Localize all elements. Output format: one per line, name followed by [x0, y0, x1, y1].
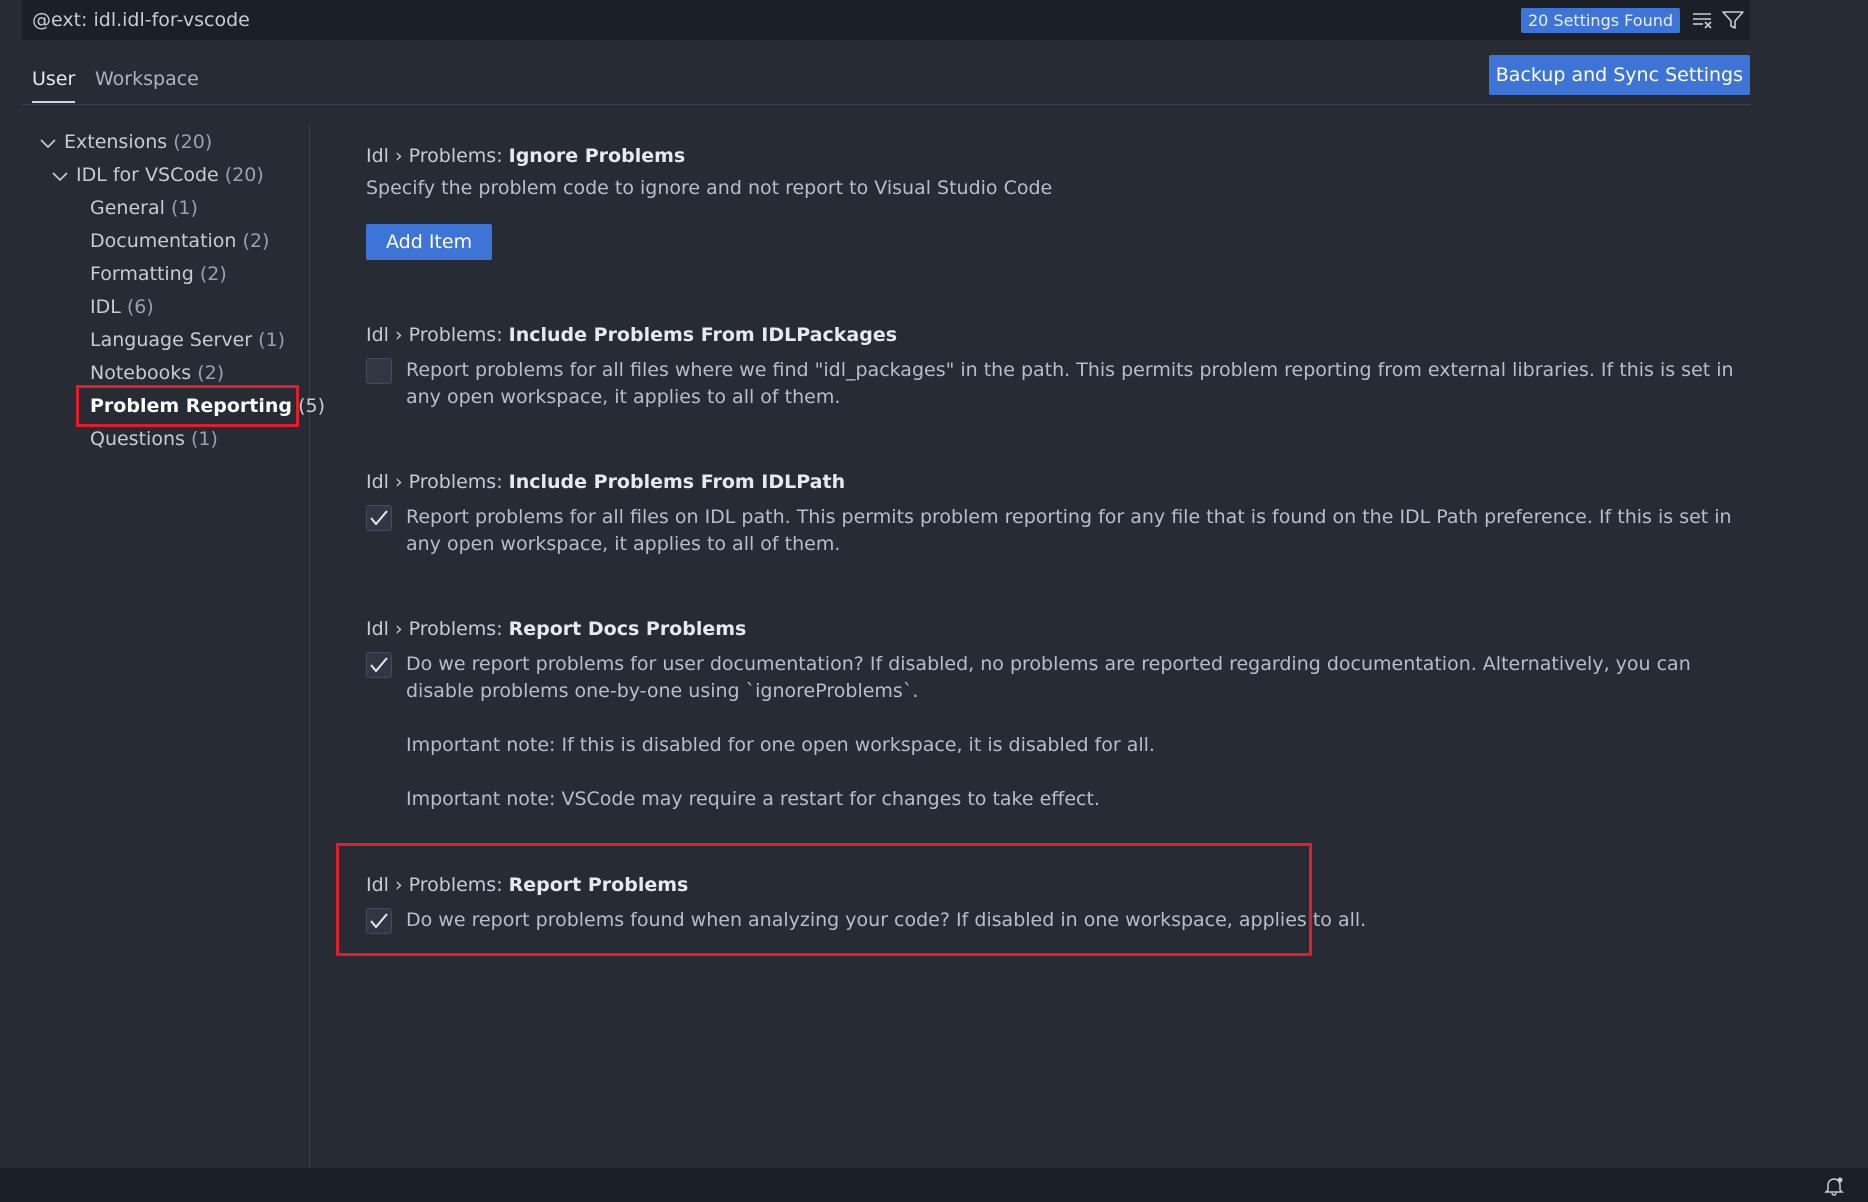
setting-name: Include Problems From IDLPackages [508, 324, 898, 346]
editor-right-margin [1750, 0, 1868, 1168]
setting-name: Report Problems [508, 874, 689, 896]
setting-title: Idl › Problems: Report Docs Problems [366, 618, 1746, 640]
report-problems-checkbox[interactable] [366, 908, 392, 934]
setting-prefix: Idl › Problems: [366, 618, 509, 640]
toc-item-count: (6) [126, 296, 154, 318]
toc-extensions[interactable]: Extensions (20) [40, 128, 212, 156]
toc-item-notebooks[interactable]: Notebooks (2) [90, 359, 224, 387]
results-count-badge: 20 Settings Found [1520, 7, 1680, 33]
setting-description: Report problems for all files where we f… [406, 359, 1734, 408]
setting-name: Report Docs Problems [508, 618, 747, 640]
checkmark-icon [370, 510, 388, 526]
toc-item-count: (1) [258, 329, 286, 351]
setting-note: Important note: VSCode may require a res… [406, 788, 1100, 810]
setting-prefix: Idl › Problems: [366, 324, 509, 346]
toc-idl-for-vscode[interactable]: IDL for VSCode (20) [52, 161, 264, 189]
toc-item-documentation[interactable]: Documentation (2) [90, 227, 269, 255]
setting-description: Do we report problems found when analyzi… [406, 909, 1367, 931]
include-idlpackages-checkbox[interactable] [366, 358, 392, 384]
setting-title: Idl › Problems: Include Problems From ID… [366, 471, 1746, 493]
settings-scope-tabs: User Workspace Backup and Sync Settings [22, 52, 1750, 105]
checkmark-icon [370, 657, 388, 673]
toc-item-label: Notebooks [90, 362, 192, 384]
chevron-down-icon [52, 162, 70, 190]
toc-extensions-label: Extensions [64, 131, 168, 153]
toc-item-general[interactable]: General (1) [90, 194, 198, 222]
toc-item-count: (2) [242, 230, 270, 252]
toc-item-label: IDL [90, 296, 121, 318]
backup-and-sync-button[interactable]: Backup and Sync Settings [1488, 55, 1750, 95]
toc-item-count: (5) [298, 395, 325, 417]
status-bar [0, 1168, 1868, 1202]
toc-item-label: General [90, 197, 165, 219]
setting-include-problems-from-idlpath: Idl › Problems: Include Problems From ID… [366, 471, 1746, 558]
toc-item-label: Problem Reporting [90, 395, 293, 417]
setting-ignore-problems: Idl › Problems: Ignore Problems Specify … [366, 145, 1746, 260]
toc-item-count: (1) [190, 428, 218, 450]
toc-item-problem-reporting[interactable]: Problem Reporting (5) [90, 392, 325, 420]
setting-report-problems: Idl › Problems: Report Problems Do we re… [366, 874, 1746, 934]
chevron-down-icon [40, 129, 58, 157]
tab-user[interactable]: User [32, 68, 76, 103]
report-docs-problems-checkbox[interactable] [366, 652, 392, 678]
toc-idl-for-vscode-label: IDL for VSCode [76, 164, 219, 186]
toc-item-language-server[interactable]: Language Server (1) [90, 326, 285, 354]
checkmark-icon [370, 913, 388, 929]
setting-prefix: Idl › Problems: [366, 874, 509, 896]
filter-icon[interactable] [1720, 7, 1746, 33]
notification-bell-icon[interactable] [1824, 1176, 1844, 1200]
setting-description: Report problems for all files on IDL pat… [406, 506, 1732, 555]
toc-item-label: Documentation [90, 230, 237, 252]
setting-include-problems-from-idlpackages: Idl › Problems: Include Problems From ID… [366, 324, 1746, 411]
setting-name: Include Problems From IDLPath [508, 471, 846, 493]
setting-note: Important note: If this is disabled for … [406, 734, 1155, 756]
toc-item-idl[interactable]: IDL (6) [90, 293, 154, 321]
setting-title: Idl › Problems: Include Problems From ID… [366, 324, 1746, 346]
toc-item-label: Formatting [90, 263, 194, 285]
setting-title: Idl › Problems: Ignore Problems [366, 145, 1746, 167]
toc-item-count: (2) [197, 362, 225, 384]
toc-idl-for-vscode-count: (20) [224, 164, 264, 186]
toc-item-count: (1) [170, 197, 198, 219]
toc-item-label: Language Server [90, 329, 253, 351]
setting-prefix: Idl › Problems: [366, 471, 509, 493]
setting-description: Do we report problems for user documenta… [406, 653, 1691, 702]
settings-search-bar: 20 Settings Found [22, 0, 1750, 40]
setting-title: Idl › Problems: Report Problems [366, 874, 1746, 896]
toc-item-label: Questions [90, 428, 185, 450]
setting-prefix: Idl › Problems: [366, 145, 509, 167]
settings-search-input[interactable] [32, 9, 1521, 31]
toc-item-questions[interactable]: Questions (1) [90, 425, 218, 453]
toc-extensions-count: (20) [173, 131, 213, 153]
toc-item-formatting[interactable]: Formatting (2) [90, 260, 227, 288]
include-idlpath-checkbox[interactable] [366, 505, 392, 531]
setting-name: Ignore Problems [508, 145, 686, 167]
tab-workspace[interactable]: Workspace [95, 68, 199, 101]
setting-description: Specify the problem code to ignore and n… [366, 177, 1053, 199]
add-item-button[interactable]: Add Item [366, 224, 493, 260]
setting-report-docs-problems: Idl › Problems: Report Docs Problems Do … [366, 618, 1746, 813]
clear-filter-icon[interactable] [1690, 7, 1716, 33]
toc-item-count: (2) [199, 263, 227, 285]
